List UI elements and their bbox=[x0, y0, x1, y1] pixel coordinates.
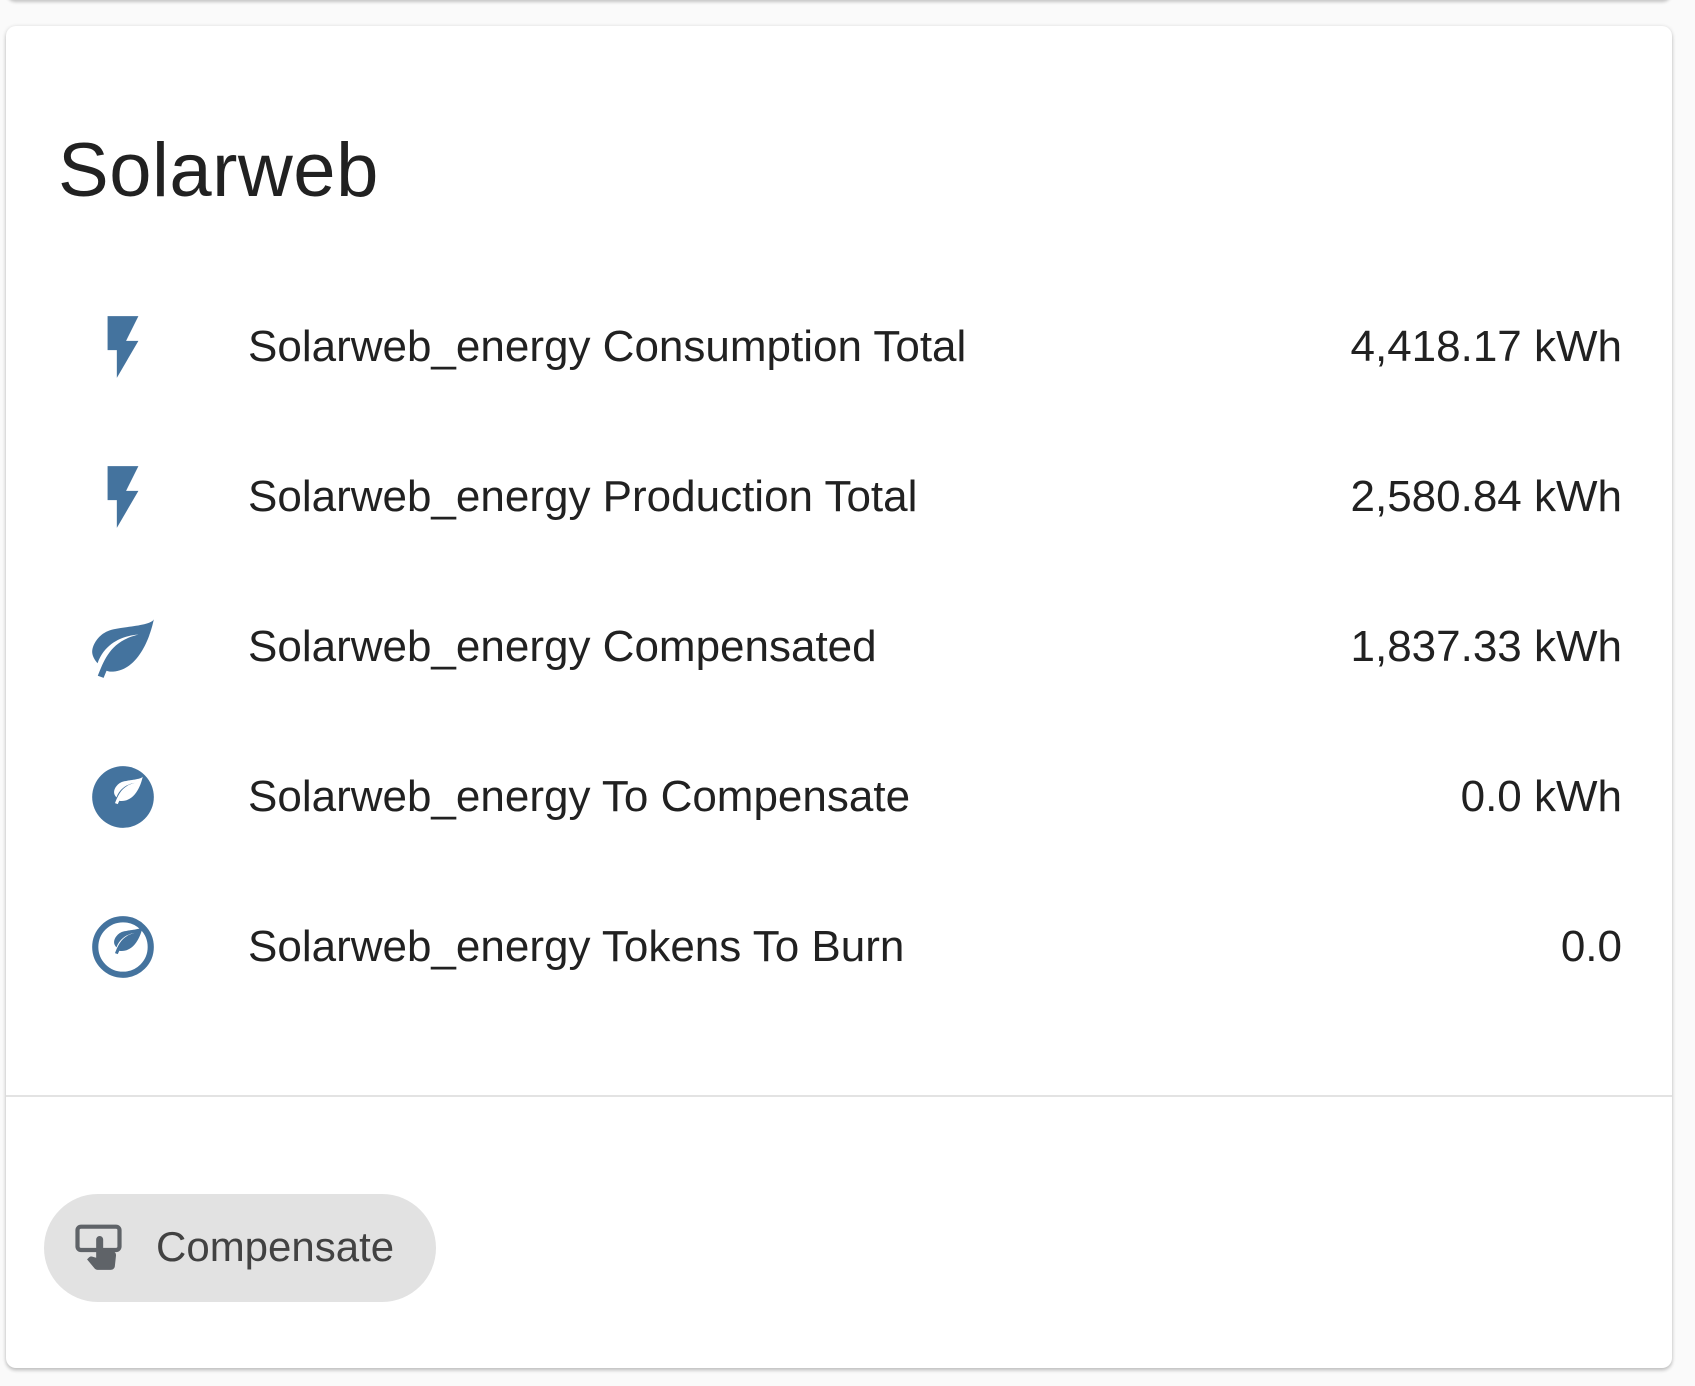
compensate-button-label: Compensate bbox=[156, 1223, 395, 1270]
entity-state: 0.0 kWh bbox=[1460, 772, 1622, 821]
entity-name: Solarweb_energy Compensated bbox=[248, 622, 877, 671]
entity-state: 0.0 bbox=[1560, 922, 1622, 971]
solarweb-entities-card: Solarweb Solarweb_energy Consumption Tot… bbox=[6, 26, 1672, 1368]
flash-icon bbox=[86, 310, 160, 384]
flash-icon bbox=[86, 460, 160, 534]
entity-name: Solarweb_energy Tokens To Burn bbox=[248, 922, 905, 971]
leaf-circle-icon bbox=[86, 760, 160, 834]
entity-state: 1,837.33 kWh bbox=[1350, 622, 1623, 671]
entity-name: Solarweb_energy Consumption Total bbox=[248, 322, 967, 371]
entity-row-to-compensate[interactable]: Solarweb_energy To Compensate 0.0 kWh bbox=[6, 746, 1672, 846]
gesture-tap-button-icon bbox=[74, 1222, 130, 1278]
entity-row-production-total[interactable]: Solarweb_energy Production Total 2,580.8… bbox=[6, 446, 1672, 546]
compensate-button[interactable]: Compensate bbox=[44, 1194, 436, 1302]
card-title: Solarweb bbox=[58, 128, 379, 213]
leaf-icon bbox=[86, 610, 160, 684]
entity-row-tokens-to-burn[interactable]: Solarweb_energy Tokens To Burn 0.0 bbox=[6, 896, 1672, 996]
card-divider bbox=[6, 1095, 1672, 1097]
entity-state: 4,418.17 kWh bbox=[1350, 322, 1623, 371]
entity-state: 2,580.84 kWh bbox=[1350, 472, 1623, 521]
entity-row-consumption-total[interactable]: Solarweb_energy Consumption Total 4,418.… bbox=[6, 296, 1672, 396]
entity-name: Solarweb_energy To Compensate bbox=[248, 772, 911, 821]
leaf-circle-outline-icon bbox=[86, 910, 160, 984]
entity-row-compensated[interactable]: Solarweb_energy Compensated 1,837.33 kWh bbox=[6, 596, 1672, 696]
entity-name: Solarweb_energy Production Total bbox=[248, 472, 918, 521]
